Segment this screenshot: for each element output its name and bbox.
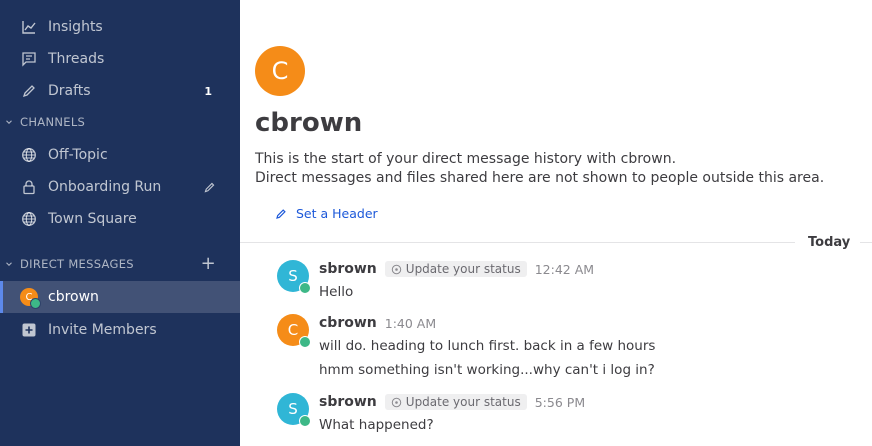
chevron-down-icon [4,258,16,270]
avatar-letter: S [288,267,298,285]
date-separator: Today [808,235,851,250]
post-timestamp[interactable]: 5:56 PM [535,395,585,410]
sidebar-item-onboarding-run[interactable]: Onboarding Run [0,171,240,203]
sidebar-item-town-square[interactable]: Town Square [0,203,240,235]
sidebar-item-drafts[interactable]: Drafts 1 [0,75,240,107]
sidebar-item-threads[interactable]: Threads [0,43,240,75]
avatar[interactable]: C [277,314,311,348]
sidebar-item-off-topic[interactable]: Off-Topic [0,139,240,171]
update-status-label: Update your status [405,262,521,276]
intro-line-2: Direct messages and files shared here ar… [255,170,825,186]
post-header: sbrown Update your status 5:56 PM [319,393,585,411]
post-message: What happened? [319,417,434,433]
sidebar-item-label: Off-Topic [48,147,108,163]
post-message: will do. heading to lunch first. back in… [319,338,656,354]
chevron-down-icon [4,116,16,128]
avatar-letter: S [288,400,298,418]
set-header-button[interactable]: Set a Header [275,206,378,221]
post-header: cbrown 1:40 AM [319,314,436,332]
sidebar-item-label: Onboarding Run [48,179,162,195]
online-status-icon [299,415,311,427]
post-message: Hello [319,284,354,300]
drafts-icon [20,82,38,100]
online-status-icon [299,336,311,348]
intro-avatar: C [255,46,305,96]
date-divider-line [860,242,872,243]
section-label: DIRECT MESSAGES [20,257,134,271]
update-status-button[interactable]: Update your status [384,261,527,277]
globe-icon [20,146,38,164]
add-box-icon [20,321,38,339]
drafts-count-badge: 1 [204,84,212,98]
threads-icon [20,50,38,68]
lock-icon [20,178,38,196]
sidebar-item-label: Drafts [48,83,91,99]
post-header: sbrown Update your status 12:42 AM [319,260,594,278]
invite-members-button[interactable]: Invite Members [0,314,240,346]
insights-icon [20,18,38,36]
invite-members-label: Invite Members [48,322,157,338]
sidebar-item-cbrown[interactable]: C cbrown [0,281,240,313]
avatar[interactable]: S [277,393,311,427]
sidebar-item-insights[interactable]: Insights [0,11,240,43]
section-label: CHANNELS [20,115,86,129]
update-status-label: Update your status [405,395,521,409]
intro-username: cbrown [255,108,363,138]
status-icon [391,397,402,407]
globe-icon [20,210,38,228]
post-username[interactable]: sbrown [319,394,377,410]
pencil-icon[interactable] [203,181,216,194]
direct-messages-section-header[interactable]: DIRECT MESSAGES + [0,252,240,276]
channels-section-header[interactable]: CHANNELS [0,110,240,134]
date-divider-line [240,242,795,243]
online-status-icon [30,298,41,309]
sidebar: Insights Threads Drafts 1 CHANNELS Off-T… [0,0,240,446]
pencil-icon [276,208,286,219]
sidebar-item-label: Town Square [48,211,137,227]
intro-description: This is the start of your direct message… [255,150,824,188]
sidebar-item-label: Threads [48,51,105,67]
avatar-letter: C [287,321,299,339]
add-direct-message-button[interactable]: + [201,255,216,273]
online-status-icon [299,282,311,294]
avatar-letter: C [271,57,289,85]
status-icon [391,264,402,274]
post-username[interactable]: sbrown [319,261,377,277]
post-timestamp[interactable]: 1:40 AM [385,316,436,331]
avatar: C [20,288,41,309]
channel-view: C cbrown This is the start of your direc… [240,0,872,446]
sidebar-item-label: Insights [48,19,103,35]
post-message: hmm something isn't working...why can't … [319,362,655,378]
avatar[interactable]: S [277,260,311,294]
set-header-label: Set a Header [296,206,378,221]
post-timestamp[interactable]: 12:42 AM [535,262,594,277]
intro-line-1: This is the start of your direct message… [255,151,677,167]
sidebar-item-label: cbrown [48,289,99,305]
update-status-button[interactable]: Update your status [384,394,527,410]
post-username[interactable]: cbrown [319,315,377,331]
dm-avatar-wrapper: C [20,288,41,309]
